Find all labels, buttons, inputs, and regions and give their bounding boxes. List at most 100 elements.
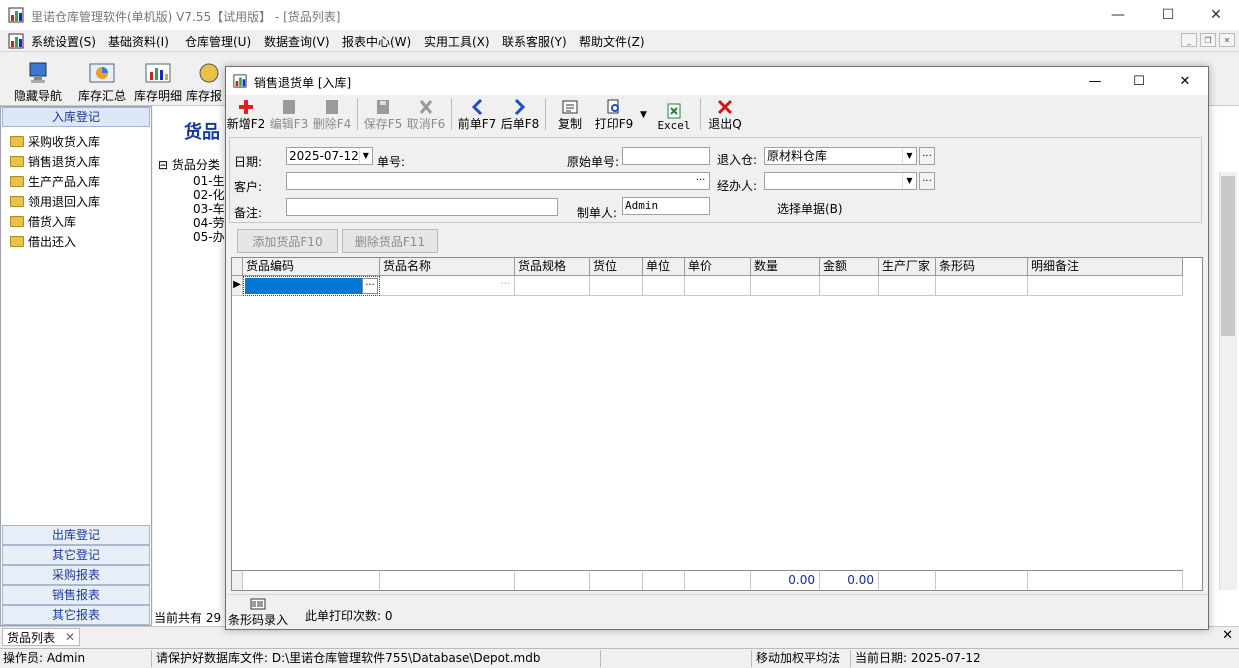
col-header-manufacturer[interactable]: 生产厂家 [879,258,936,276]
cell-spec[interactable] [515,276,590,296]
cell-detail-remark[interactable] [1028,276,1183,296]
mdi-restore-button[interactable]: ❐ [1200,33,1216,47]
code-lookup-button[interactable]: ··· [362,278,378,294]
nav-section-outbound[interactable]: 出库登记 [2,525,150,545]
cell-price[interactable] [685,276,751,296]
nav-item-sales-return[interactable]: 销售退货入库 [10,151,100,171]
tab-product-list[interactable]: 货品列表 ✕ [2,628,80,646]
col-header-name[interactable]: 货品名称 [380,258,515,276]
col-header-price[interactable]: 单价 [685,258,751,276]
col-header-amount[interactable]: 金额 [820,258,879,276]
add-item-button[interactable]: 添加货品F10 [237,229,338,253]
stock-report-button[interactable]: 库存报 [186,56,226,104]
cell-manufacturer[interactable] [879,276,936,296]
stock-summary-button[interactable]: 库存汇总 [76,56,128,104]
cancel-button[interactable]: 取消F6 [407,98,445,132]
menu-reports[interactable]: 报表中心(W) [342,33,411,50]
minimize-button[interactable]: — [1095,0,1141,30]
remark-input[interactable] [286,198,558,216]
nav-section-other[interactable]: 其它登记 [2,545,150,565]
prev-doc-button[interactable]: 前单F7 [458,98,496,132]
tree-item[interactable]: 05-办 [193,228,225,245]
barcode-entry-button[interactable]: 条形码录入 [228,597,288,628]
nav-item-requisition-return[interactable]: 领用退回入库 [10,191,100,211]
cancel-icon [419,100,433,114]
mdi-minimize-button[interactable]: _ [1181,33,1197,47]
nav-section-other-report[interactable]: 其它报表 [2,605,150,625]
cell-amount[interactable] [820,276,879,296]
warehouse-dropdown-icon[interactable]: ▼ [902,148,916,164]
print-dropdown-icon[interactable]: ▼ [640,110,647,120]
dialog-minimize-button[interactable]: — [1072,67,1118,95]
app-menu-icon[interactable] [8,33,24,49]
copy-button[interactable]: 复制 [556,98,584,132]
edit-button[interactable]: 编辑F3 [270,98,308,132]
col-header-location[interactable]: 货位 [590,258,643,276]
folder-icon [10,215,24,227]
col-header-detail-remark[interactable]: 明细备注 [1028,258,1183,276]
next-doc-button[interactable]: 后单F8 [501,98,539,132]
menu-query[interactable]: 数据查询(V) [264,33,330,50]
handler-lookup-button[interactable]: ··· [919,172,935,190]
arrow-right-icon [514,99,526,115]
original-number-input[interactable] [622,147,710,165]
select-doc-button[interactable]: 选择单据(B) [777,200,843,217]
excel-button[interactable]: Excel [657,98,691,132]
menu-warehouse[interactable]: 仓库管理(U) [185,33,251,50]
cell-quantity[interactable] [751,276,820,296]
hide-nav-button[interactable]: 隐藏导航 [12,56,64,104]
mdi-close-button[interactable]: ✕ [1219,33,1235,47]
nav-section-purchase-report[interactable]: 采购报表 [2,565,150,585]
nav-item-purchase-inbound[interactable]: 采购收货入库 [10,131,100,151]
warehouse-lookup-button[interactable]: ··· [919,147,935,165]
dialog-maximize-button[interactable]: ☐ [1116,67,1162,95]
date-dropdown-icon[interactable]: ▼ [358,148,372,164]
nav-item-production-inbound[interactable]: 生产产品入库 [10,171,100,191]
cell-name[interactable]: ··· [380,276,515,296]
nav-section-sales-report[interactable]: 销售报表 [2,585,150,605]
maximize-button[interactable]: ☐ [1145,0,1191,30]
customer-input[interactable] [286,172,710,190]
print-button[interactable]: 打印F9 [595,98,633,132]
nav-item-lend-return[interactable]: 借出还入 [10,231,76,251]
new-button[interactable]: 新增F2 [227,98,265,132]
menu-tools[interactable]: 实用工具(X) [424,33,490,50]
maker-input[interactable]: Admin [622,197,710,215]
col-header-barcode[interactable]: 条形码 [936,258,1028,276]
cell-unit[interactable] [643,276,685,296]
scrollbar-thumb[interactable] [1221,176,1235,336]
cell-location[interactable] [590,276,643,296]
tree-expander-icon[interactable]: ⊟ [158,158,172,172]
save-button[interactable]: 保存F5 [364,98,402,132]
nav-item-label: 生产产品入库 [28,174,101,189]
menu-basic[interactable]: 基础资料(I) [108,33,169,50]
handler-select[interactable]: ▼ [764,172,917,190]
print-count-label: 此单打印次数: 0 [305,607,393,624]
dialog-close-button[interactable]: ✕ [1162,67,1208,95]
col-header-quantity[interactable]: 数量 [751,258,820,276]
category-tree-root[interactable]: ⊟ 货品分类 [158,156,220,173]
exit-button[interactable]: 退出Q [708,98,742,132]
footer-unit [643,570,685,590]
nav-item-borrow-inbound[interactable]: 借货入库 [10,211,76,231]
remove-item-button[interactable]: 删除货品F11 [342,229,438,253]
nav-header-inbound[interactable]: 入库登记 [2,107,150,127]
date-picker[interactable]: 2025-07-12 ▼ [286,147,373,165]
handler-dropdown-icon[interactable]: ▼ [902,173,916,189]
menu-system[interactable]: 系统设置(S) [31,33,96,50]
close-all-tabs-icon[interactable]: ✕ [1222,628,1233,643]
status-cost-method: 移动加权平均法 [753,650,851,667]
cell-barcode[interactable] [936,276,1028,296]
tab-close-icon[interactable]: ✕ [65,630,75,644]
menu-support[interactable]: 联系客服(Y) [502,33,567,50]
cell-code-selected[interactable] [243,276,380,296]
customer-lookup-button[interactable]: ··· [692,173,709,189]
stock-detail-button[interactable]: 库存明细 [132,56,184,104]
col-header-unit[interactable]: 单位 [643,258,685,276]
menu-help[interactable]: 帮助文件(Z) [579,33,645,50]
col-header-spec[interactable]: 货品规格 [515,258,590,276]
delete-button[interactable]: 删除F4 [313,98,351,132]
warehouse-select[interactable]: 原材料仓库 ▼ [764,147,917,165]
close-button[interactable]: ✕ [1193,0,1239,30]
col-header-code[interactable]: 货品编码 [243,258,380,276]
